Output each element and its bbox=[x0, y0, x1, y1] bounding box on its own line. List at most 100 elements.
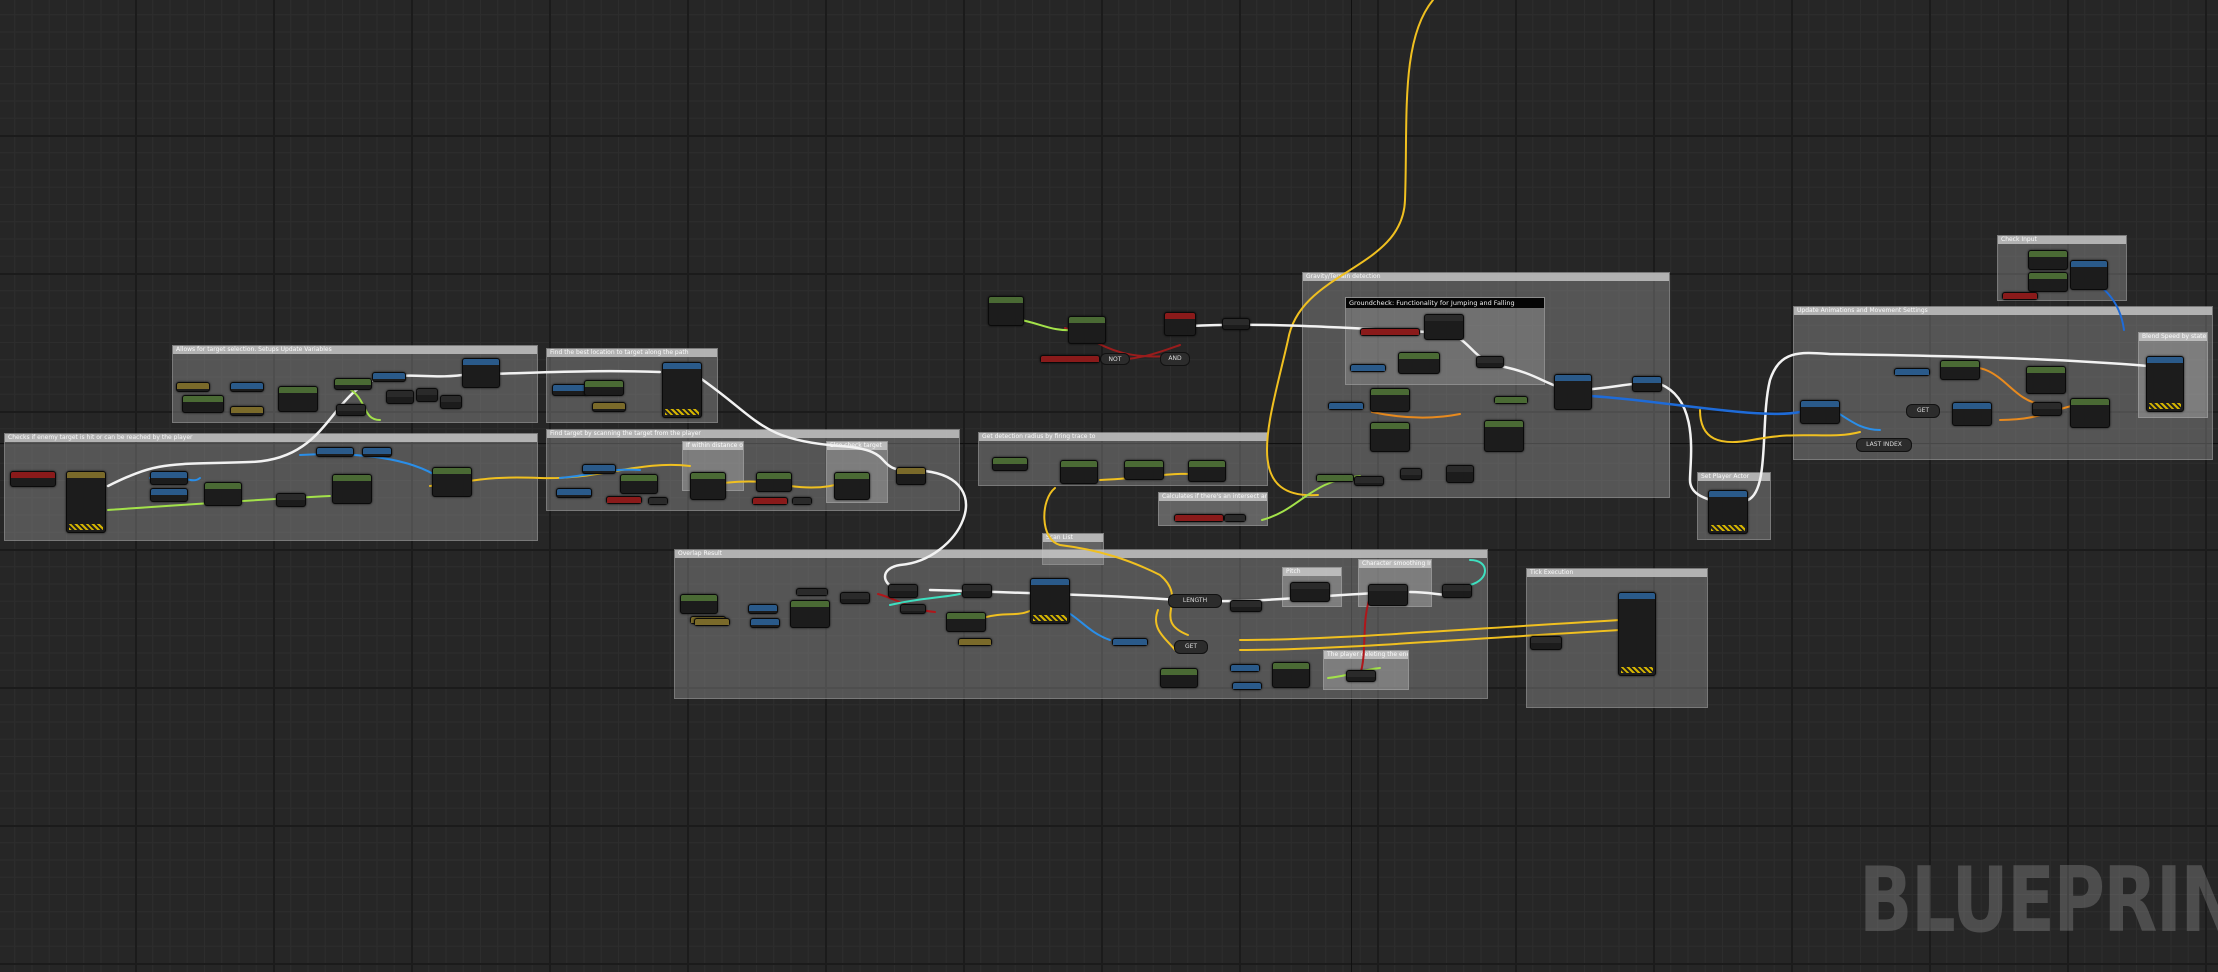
math-node[interactable] bbox=[792, 497, 812, 505]
function-node[interactable] bbox=[1800, 400, 1840, 424]
variable-node[interactable] bbox=[1232, 682, 1262, 690]
function-node[interactable] bbox=[1370, 422, 1410, 452]
function-node[interactable] bbox=[1952, 402, 1992, 426]
function-node[interactable] bbox=[182, 395, 224, 413]
function-node[interactable] bbox=[432, 467, 472, 497]
set-node[interactable] bbox=[462, 358, 500, 388]
branch-node[interactable] bbox=[1476, 356, 1504, 368]
branch-node[interactable] bbox=[1290, 582, 1330, 602]
math-node[interactable] bbox=[840, 592, 870, 604]
function-node[interactable] bbox=[1424, 314, 1464, 340]
variable-node[interactable] bbox=[592, 402, 626, 412]
get-node[interactable]: GET bbox=[1906, 404, 1940, 418]
and-node[interactable]: AND bbox=[1160, 352, 1190, 366]
branch-node[interactable] bbox=[962, 584, 992, 598]
function-node[interactable] bbox=[334, 378, 372, 390]
math-node[interactable] bbox=[1446, 465, 1474, 483]
function-node[interactable] bbox=[1030, 578, 1070, 624]
function-node[interactable] bbox=[1272, 662, 1310, 688]
function-node[interactable] bbox=[620, 474, 658, 494]
math-node[interactable] bbox=[2032, 402, 2062, 416]
variable-node[interactable] bbox=[1174, 514, 1224, 522]
math-node[interactable] bbox=[1230, 600, 1262, 612]
function-node[interactable] bbox=[2028, 272, 2068, 292]
branch-node[interactable] bbox=[386, 390, 414, 404]
function-node[interactable] bbox=[988, 296, 1024, 326]
function-node[interactable] bbox=[2028, 250, 2068, 270]
variable-node[interactable] bbox=[752, 497, 788, 505]
variable-node[interactable] bbox=[230, 382, 264, 392]
function-node[interactable] bbox=[1068, 316, 1106, 344]
function-node[interactable] bbox=[1160, 668, 1198, 688]
function-node[interactable] bbox=[2026, 366, 2066, 394]
set-node[interactable] bbox=[1708, 490, 1748, 534]
function-node[interactable] bbox=[946, 612, 986, 632]
function-node[interactable] bbox=[1940, 360, 1980, 380]
variable-node[interactable] bbox=[1328, 402, 1364, 410]
math-node[interactable] bbox=[1224, 514, 1246, 522]
variable-node[interactable] bbox=[958, 638, 992, 646]
branch-node[interactable] bbox=[440, 395, 462, 409]
function-node[interactable] bbox=[2070, 260, 2108, 290]
math-node[interactable] bbox=[1354, 476, 1384, 486]
math-node[interactable] bbox=[1346, 670, 1376, 682]
switch-node[interactable] bbox=[66, 471, 106, 533]
variable-node[interactable] bbox=[1350, 364, 1386, 372]
variable-node[interactable] bbox=[176, 382, 210, 392]
function-node[interactable] bbox=[204, 482, 242, 506]
function-node[interactable] bbox=[332, 474, 372, 504]
function-node[interactable] bbox=[992, 457, 1028, 471]
math-node[interactable] bbox=[648, 497, 668, 505]
variable-node[interactable] bbox=[606, 496, 642, 504]
event-node[interactable] bbox=[1164, 312, 1196, 336]
math-node[interactable] bbox=[796, 588, 828, 596]
variable-node[interactable] bbox=[1360, 328, 1420, 336]
set-node[interactable] bbox=[2146, 356, 2184, 412]
branch-node[interactable] bbox=[416, 388, 438, 402]
variable-node[interactable] bbox=[230, 406, 264, 416]
function-node[interactable] bbox=[1124, 460, 1164, 480]
function-node[interactable] bbox=[584, 380, 624, 396]
variable-node[interactable] bbox=[1230, 664, 1260, 672]
variable-node[interactable] bbox=[1894, 368, 1930, 376]
function-node[interactable] bbox=[1370, 388, 1410, 412]
set-node[interactable] bbox=[1632, 376, 1662, 392]
math-node[interactable] bbox=[1400, 468, 1422, 480]
math-node[interactable] bbox=[276, 493, 306, 507]
function-node[interactable] bbox=[690, 472, 726, 500]
function-node[interactable] bbox=[756, 472, 792, 492]
function-node[interactable] bbox=[680, 594, 718, 614]
function-node[interactable] bbox=[834, 472, 870, 500]
function-node[interactable] bbox=[790, 600, 830, 628]
variable-node[interactable] bbox=[1112, 638, 1148, 646]
branch-node[interactable] bbox=[1222, 318, 1250, 330]
variable-node[interactable] bbox=[1494, 396, 1528, 404]
variable-node[interactable] bbox=[748, 604, 778, 614]
branch-node[interactable] bbox=[896, 467, 926, 485]
variable-node[interactable] bbox=[316, 447, 354, 457]
variable-node[interactable] bbox=[552, 384, 588, 396]
variable-node[interactable] bbox=[1040, 355, 1100, 363]
branch-node[interactable] bbox=[1368, 584, 1408, 606]
branch-node[interactable] bbox=[336, 404, 366, 416]
function-node[interactable] bbox=[1188, 460, 1226, 482]
last-index-node[interactable]: LAST INDEX bbox=[1856, 438, 1912, 452]
function-node[interactable] bbox=[1398, 352, 1440, 374]
length-node[interactable]: LENGTH bbox=[1168, 594, 1222, 608]
math-node[interactable] bbox=[900, 604, 926, 614]
variable-node[interactable] bbox=[582, 464, 616, 474]
event-node[interactable] bbox=[10, 471, 56, 487]
variable-node[interactable] bbox=[2002, 292, 2038, 300]
variable-node[interactable] bbox=[750, 618, 780, 628]
function-node[interactable] bbox=[1484, 420, 1524, 452]
set-node[interactable] bbox=[1554, 374, 1592, 410]
variable-node[interactable] bbox=[556, 488, 592, 498]
variable-node[interactable] bbox=[150, 471, 188, 485]
variable-node[interactable] bbox=[694, 618, 730, 626]
math-node[interactable] bbox=[1442, 584, 1472, 598]
set-node[interactable] bbox=[1618, 592, 1656, 676]
math-node[interactable] bbox=[1530, 636, 1562, 650]
variable-node[interactable] bbox=[362, 447, 392, 457]
variable-node[interactable] bbox=[372, 372, 406, 382]
variable-node[interactable] bbox=[150, 488, 188, 502]
